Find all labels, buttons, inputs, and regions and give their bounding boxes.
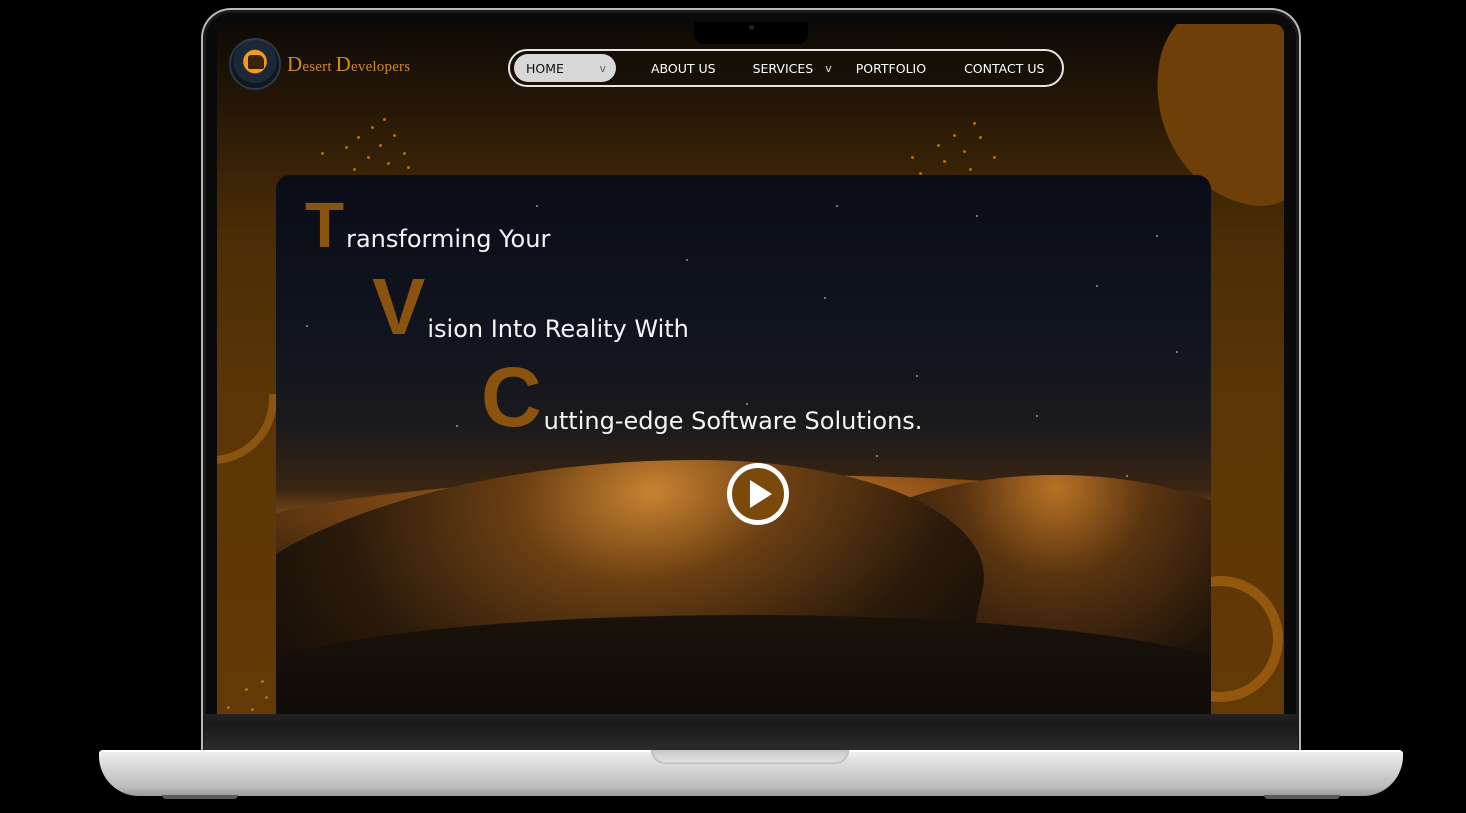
nav-contact-us[interactable]: CONTACT US: [964, 54, 1044, 82]
hero-banner: Transforming Your Vision Into Reality Wi…: [276, 175, 1211, 714]
main-nav: HOME v ABOUT US SERVICES v PORTFOLIO CON…: [508, 49, 1064, 87]
headline-initial: C: [481, 350, 542, 444]
play-icon: [749, 480, 772, 508]
decorative-ring-left: [217, 394, 277, 464]
goat-emblem-icon: [229, 38, 281, 90]
laptop-base-notch: [651, 750, 849, 764]
laptop-bezel: [204, 714, 1298, 750]
headline-line-1: Transforming Your: [305, 189, 551, 261]
nav-home[interactable]: HOME v: [514, 54, 616, 82]
website-screen: Desert Developers HOME v ABOUT US SERVIC…: [217, 24, 1284, 714]
chevron-down-icon: v: [825, 61, 832, 75]
headline-initial: V: [372, 262, 426, 351]
chevron-down-icon: v: [599, 61, 606, 75]
laptop-foot-right: [1264, 795, 1340, 799]
play-video-button[interactable]: [727, 463, 789, 525]
laptop-foot-left: [162, 795, 238, 799]
headline-line-2: Vision Into Reality With: [372, 262, 689, 351]
decorative-dots: [221, 676, 281, 714]
camera-icon: [749, 25, 754, 30]
decorative-dots: [317, 116, 417, 176]
nav-services[interactable]: SERVICES v: [753, 54, 832, 82]
brand-logo[interactable]: Desert Developers: [229, 38, 410, 90]
decorative-dots: [907, 120, 1007, 180]
headline-initial: T: [305, 189, 345, 261]
brand-name: Desert Developers: [287, 51, 411, 76]
nav-portfolio[interactable]: PORTFOLIO: [856, 54, 926, 82]
nav-about-us[interactable]: ABOUT US: [651, 54, 716, 82]
headline-line-3: Cutting-edge Software Solutions.: [481, 350, 923, 444]
